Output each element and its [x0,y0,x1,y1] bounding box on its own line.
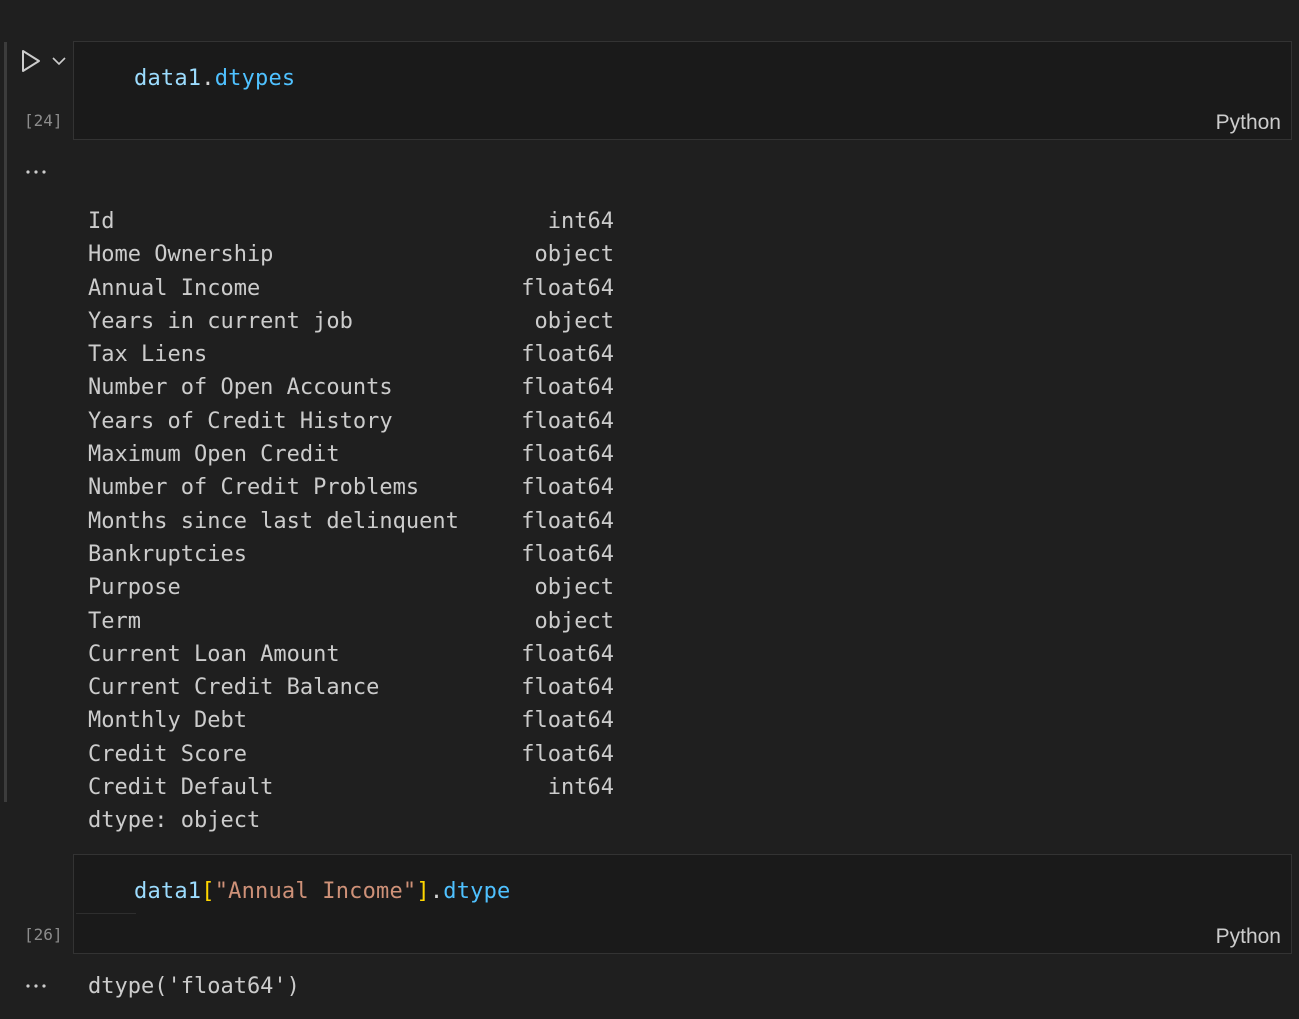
more-horizontal-icon[interactable] [22,166,50,178]
output-column-name: Monthly Debt [88,708,247,734]
output-row: Annual Income float64 [88,272,628,305]
output-column-name: Tax Liens [88,342,208,368]
output-column-name: Months since last delinquent [88,508,459,534]
output-column-name: Home Ownership [88,242,274,268]
output-column-dtype: float64 [521,408,614,434]
output-row: Term object [88,605,628,638]
output-row: Current Loan Amount float64 [88,638,628,671]
output-row: Bankruptcies float64 [88,538,628,571]
cell-focus-indicator [4,42,7,802]
output-column-dtype: float64 [521,375,614,401]
output-column-dtype: object [534,242,614,268]
output-column-name: Term [88,608,141,634]
output-column-dtype: float64 [521,275,614,301]
output-column-name: Credit Default [88,775,274,801]
output-column-dtype: float64 [521,475,614,501]
output-column-dtype: float64 [521,741,614,767]
output-row: Credit Default int64 [88,771,628,804]
output-column-dtype: object [534,575,614,601]
output-column-name: Bankruptcies [88,541,247,567]
output-row: Home Ownership object [88,238,628,271]
execution-count: [24] [24,111,63,130]
output-column-name: Maximum Open Credit [88,442,340,468]
output-column-dtype: int64 [547,209,614,234]
code-variable: data1 [134,879,202,904]
cell-output: Id int64 Home Ownership object Annual Income… [88,155,628,838]
cell-output-text: dtype('float64') [88,974,300,999]
output-column-dtype: float64 [521,508,614,534]
code-line[interactable]: data1.dtypes [134,66,295,91]
output-row: Years in current job object [88,305,628,338]
language-selector[interactable]: Python [1216,925,1281,949]
execution-count: [26] [24,925,63,944]
output-column-dtype: object [534,608,614,634]
output-column-name: Current Loan Amount [88,641,340,667]
output-column-dtype: float64 [521,342,614,368]
code-attribute: dtypes [214,66,296,91]
output-column-dtype: float64 [521,442,614,468]
output-column-dtype: object [534,308,614,334]
language-selector[interactable]: Python [1216,111,1281,135]
output-row: Tax Liens float64 [88,338,628,371]
code-attribute: dtype [443,879,511,904]
output-footer: dtype: object [88,808,261,834]
output-column-name: Current Credit Balance [88,675,380,701]
output-row: Current Credit Balance float64 [88,671,628,704]
output-column-name: Id [88,209,115,234]
output-column-name: Credit Score [88,741,247,767]
code-dot: . [429,879,444,904]
output-column-dtype: float64 [521,708,614,734]
output-row: Id int64 [88,205,628,238]
output-column-name: Purpose [88,575,181,601]
code-line[interactable]: data1["Annual Income"].dtype [134,879,511,904]
output-column-name: Years in current job [88,308,353,334]
editor-divider [76,913,136,914]
code-cell-editor[interactable]: data1["Annual Income"].dtype Python [73,854,1292,954]
output-row: Years of Credit History float64 [88,405,628,438]
output-column-dtype: float64 [521,541,614,567]
code-cell-editor[interactable]: data1.dtypes Python [73,41,1292,140]
output-row: Number of Open Accounts float64 [88,371,628,404]
code-open-bracket: [ [201,879,215,904]
output-column-name: Number of Open Accounts [88,375,393,401]
code-dot: . [201,66,215,91]
code-close-bracket: ] [416,879,430,904]
output-column-dtype: float64 [521,641,614,667]
output-row: Months since last delinquent float64 [88,505,628,538]
output-row: Credit Score float64 [88,738,628,771]
run-cell-icon[interactable] [18,48,44,74]
output-row: Purpose object [88,571,628,604]
output-row: Monthly Debt float64 [88,704,628,737]
output-column-dtype: int64 [547,775,614,801]
more-horizontal-icon[interactable] [22,980,50,992]
output-column-name: Number of Credit Problems [88,475,420,501]
chevron-down-icon[interactable] [50,52,68,70]
output-column-dtype: float64 [521,675,614,701]
output-row: Maximum Open Credit float64 [88,438,628,471]
output-column-name: Annual Income [88,275,261,301]
code-string: "Annual Income" [214,879,417,904]
notebook-editor: [24] data1.dtypes Python Id int64 Home Own… [0,0,1299,1019]
output-column-name: Years of Credit History [88,408,393,434]
code-variable: data1 [134,66,202,91]
output-row: Number of Credit Problems float64 [88,471,628,504]
